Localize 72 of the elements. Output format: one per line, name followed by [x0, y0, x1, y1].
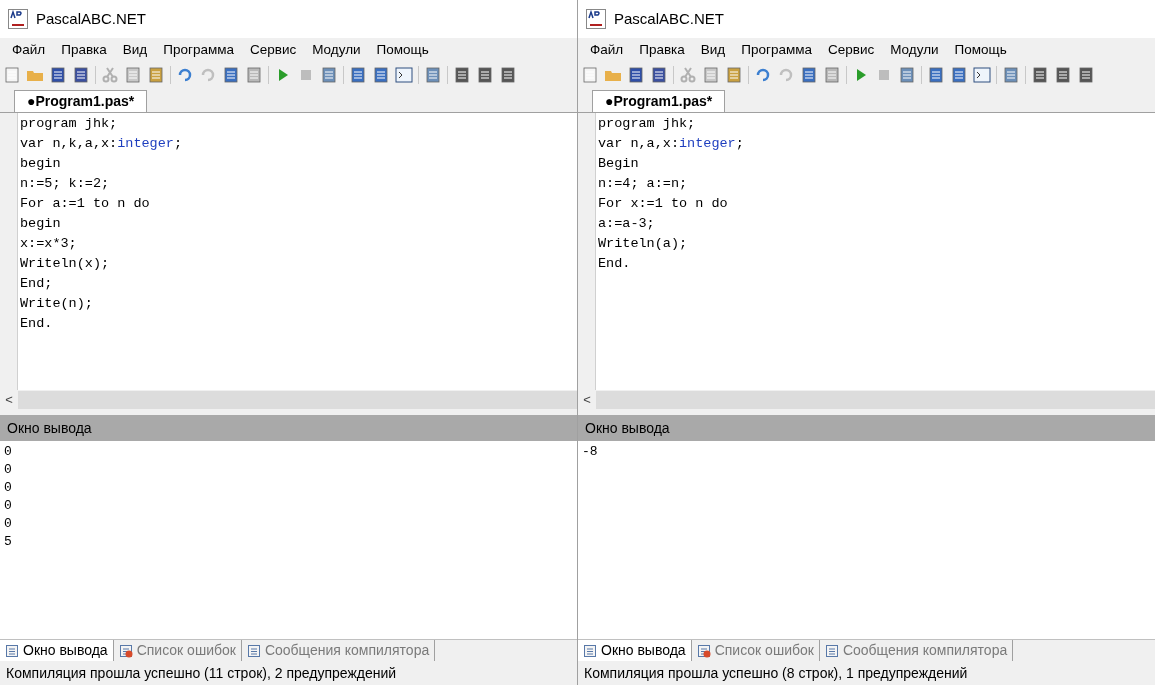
menu-item[interactable]: Сервис — [242, 39, 305, 61]
code-line: begin — [20, 215, 61, 233]
undo-icon[interactable] — [754, 66, 772, 84]
menu-item[interactable]: Модули — [304, 39, 369, 61]
menu-item[interactable]: Вид — [692, 39, 734, 61]
list-icon — [583, 643, 597, 658]
output-line: 0 — [4, 497, 12, 515]
menu-item[interactable]: Модули — [882, 39, 947, 61]
status-text: Компиляция прошла успешно (11 строк), 2 предупреждений — [6, 663, 397, 683]
output-line: 0 — [4, 479, 12, 497]
new-file-icon[interactable] — [3, 66, 21, 84]
list-icon — [824, 643, 839, 658]
undo-icon[interactable] — [176, 66, 194, 84]
code-line: For x:=1 to n do — [598, 195, 728, 213]
cut-icon[interactable] — [679, 66, 697, 84]
scroll-left-button[interactable]: < — [0, 390, 18, 410]
code-line: program jhk; — [20, 115, 118, 133]
code-line: var n,k,a,x:integer; — [20, 135, 183, 153]
cut-icon[interactable] — [101, 66, 119, 84]
output-panel-title: Окно вывода — [585, 418, 670, 438]
menu-item[interactable]: Программа — [155, 39, 242, 61]
code-line: End. — [598, 255, 631, 273]
code-line: a:=a-3; — [598, 215, 655, 233]
code-line: Write(n); — [20, 295, 93, 313]
list-icon — [246, 643, 261, 658]
panel-tab[interactable]: Окно вывода — [578, 640, 692, 661]
code-line: begin — [20, 155, 61, 173]
output-line: 0 — [4, 461, 12, 479]
document-icon[interactable] — [1002, 66, 1020, 84]
code-line: n:=4; a:=n; — [598, 175, 688, 193]
new-file-icon[interactable] — [581, 66, 599, 84]
status-text: Компиляция прошла успешно (8 строк), 1 предупреждений — [584, 663, 968, 683]
menu-item[interactable]: Помощь — [946, 39, 1015, 61]
output-line: 0 — [4, 515, 12, 533]
console-icon[interactable] — [973, 66, 991, 84]
code-line: program jhk; — [598, 115, 696, 133]
app-logo-icon — [8, 9, 28, 29]
horizontal-scrollbar[interactable]: < — [578, 390, 1155, 410]
menu-item[interactable]: Помощь — [368, 39, 437, 61]
clipboard-error-icon — [696, 643, 711, 658]
output-panel-title: Окно вывода — [7, 418, 92, 438]
menu-item[interactable]: Программа — [733, 39, 820, 61]
app-logo-icon — [586, 9, 606, 29]
menu-item[interactable]: Вид — [114, 39, 156, 61]
output-line: 0 — [4, 443, 12, 461]
console-icon[interactable] — [395, 66, 413, 84]
horizontal-scrollbar[interactable]: < — [0, 390, 577, 410]
output-line: 5 — [4, 533, 12, 551]
list-icon — [5, 643, 19, 658]
menu-item[interactable]: Файл — [4, 39, 54, 61]
code-line: Writeln(x); — [20, 255, 110, 273]
menu-item[interactable]: Файл — [582, 39, 632, 61]
code-line: x:=x*3; — [20, 235, 77, 253]
clipboard-error-icon — [118, 643, 133, 658]
file-tab[interactable]: ●Program1.pas* — [14, 90, 148, 112]
document-icon[interactable] — [424, 66, 442, 84]
code-line: Begin — [598, 155, 639, 173]
code-line: End. — [20, 315, 53, 333]
scroll-left-button[interactable]: < — [578, 390, 596, 410]
code-line: var n,a,x:integer; — [598, 135, 744, 153]
code-line: For a:=1 to n do — [20, 195, 150, 213]
code-line: n:=5; k:=2; — [20, 175, 110, 193]
code-line: Writeln(a); — [598, 235, 688, 253]
menu-item[interactable]: Правка — [53, 39, 115, 61]
window-title: PascalABC.NET — [36, 8, 147, 29]
code-line: End; — [20, 275, 53, 293]
menu-item[interactable]: Правка — [631, 39, 693, 61]
panel-tab[interactable]: Окно вывода — [0, 640, 114, 661]
window-title: PascalABC.NET — [614, 8, 725, 29]
output-line: -8 — [582, 443, 598, 461]
menu-item[interactable]: Сервис — [820, 39, 883, 61]
file-tab[interactable]: ●Program1.pas* — [592, 90, 726, 112]
